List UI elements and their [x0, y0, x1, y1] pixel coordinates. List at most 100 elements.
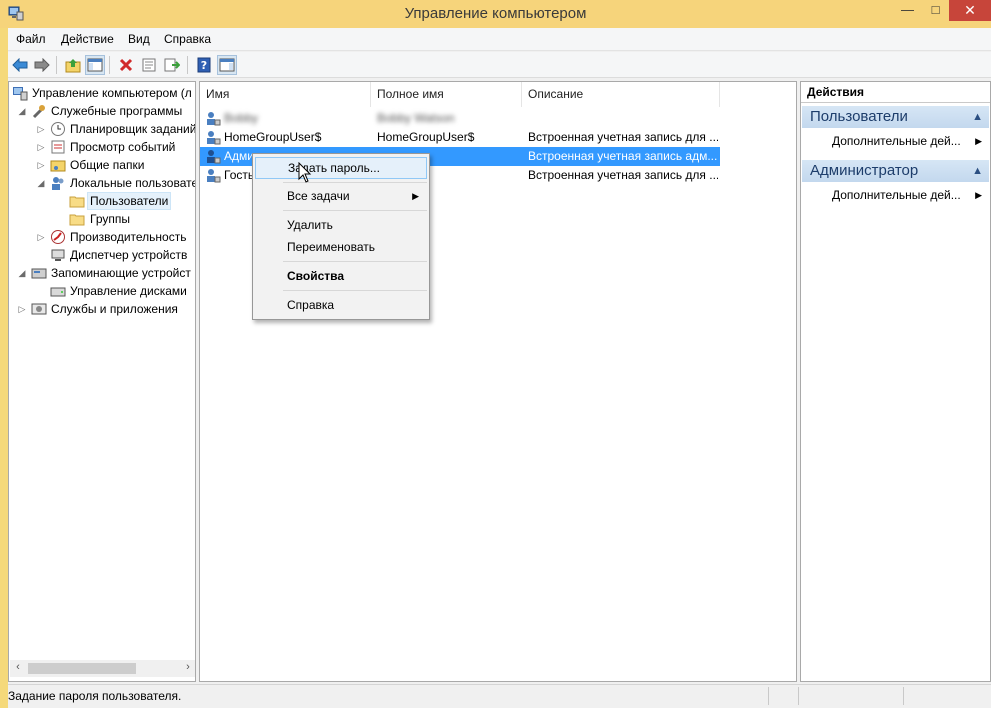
actions-pane: Действия Пользователи ▲ Дополнительные д…: [800, 81, 991, 682]
submenu-arrow-icon: ▶: [412, 191, 419, 201]
minimize-button[interactable]: —: [894, 2, 921, 23]
user-icon: [207, 150, 221, 164]
ctx-help[interactable]: Справка: [255, 294, 427, 316]
actions-section-users[interactable]: Пользователи ▲: [802, 106, 989, 128]
collapse-arrow-icon[interactable]: ◢: [36, 174, 46, 192]
list-item[interactable]: Bobby Bobby Watson: [200, 109, 720, 128]
tree-label: Запоминающие устройст: [51, 266, 191, 280]
shared-folder-icon: [50, 160, 66, 172]
expand-arrow-icon[interactable]: ▷: [36, 156, 46, 174]
mouse-cursor-icon: [298, 162, 312, 183]
forward-arrow-icon[interactable]: [32, 55, 52, 75]
window-title: Управление компьютером: [404, 5, 587, 22]
tree-item-local-users[interactable]: ◢ Локальные пользовате: [9, 174, 195, 192]
properties-icon[interactable]: [139, 55, 159, 75]
tree-item-shared-folders[interactable]: ▷ Общие папки: [9, 156, 195, 174]
menu-view[interactable]: Вид: [128, 32, 150, 46]
tree-item-event-viewer[interactable]: ▷ Просмотр событий: [9, 138, 195, 156]
tree-item-services[interactable]: ▷ Службы и приложения: [9, 300, 195, 318]
column-header-description[interactable]: Описание: [522, 82, 720, 107]
status-separator: [768, 687, 769, 705]
tree-label: Общие папки: [70, 158, 145, 172]
show-hide-tree-icon[interactable]: [85, 55, 105, 75]
toolbar-separator: [109, 56, 110, 74]
clock-icon: [51, 122, 65, 136]
scrollbar-thumb[interactable]: [28, 663, 136, 674]
column-header-name[interactable]: Имя: [200, 82, 371, 107]
ctx-all-tasks[interactable]: Все задачи ▶: [255, 185, 427, 207]
submenu-arrow-icon: ▶: [975, 136, 982, 146]
maximize-button[interactable]: □: [922, 2, 949, 23]
event-viewer-icon: [51, 140, 65, 154]
expand-arrow-icon[interactable]: ▷: [36, 138, 46, 156]
actions-item-label: Дополнительные дей...: [832, 134, 961, 148]
tree-label: Группы: [90, 212, 130, 226]
collapse-caret-icon[interactable]: ▲: [972, 106, 983, 128]
scroll-right-icon[interactable]: ›: [180, 661, 195, 673]
tree-label: Управление дисками: [70, 284, 187, 298]
collapse-arrow-icon[interactable]: ◢: [17, 264, 27, 282]
collapse-caret-icon[interactable]: ▲: [972, 160, 983, 182]
menu-help[interactable]: Справка: [164, 32, 211, 46]
services-icon: [31, 303, 47, 315]
list-item[interactable]: HomeGroupUser$ HomeGroupUser$ Встроенная…: [200, 128, 720, 147]
tree-item-system-tools[interactable]: ◢ Служебные программы: [9, 102, 195, 120]
column-header-full-name[interactable]: Полное имя: [371, 82, 522, 107]
actions-item-label: Дополнительные дей...: [832, 188, 961, 202]
cell-description: Встроенная учетная запись для ...: [528, 168, 718, 182]
tree-item-disk-management[interactable]: Управление дисками: [9, 282, 195, 300]
user-icon: [207, 131, 221, 145]
console-tree: Управление компьютером (л ◢ Служебные пр…: [8, 81, 196, 682]
cell-full-name: Bobby Watson: [377, 111, 455, 125]
tree-item-task-scheduler[interactable]: ▷ Планировщик заданий: [9, 120, 195, 138]
scroll-left-icon[interactable]: ‹: [10, 661, 26, 673]
status-separator: [798, 687, 799, 705]
tree-item-device-manager[interactable]: Диспетчер устройств: [9, 246, 195, 264]
tree-item-storage[interactable]: ◢ Запоминающие устройст: [9, 264, 195, 282]
window-client-area: Файл Действие Вид Справка ? Управление к…: [8, 28, 991, 708]
menu-separator: [283, 290, 427, 291]
tree-label: Планировщик заданий: [70, 122, 196, 136]
expand-arrow-icon[interactable]: ▷: [17, 300, 27, 318]
show-hide-action-pane-icon[interactable]: [217, 55, 237, 75]
computer-management-icon: [13, 87, 28, 101]
device-manager-icon: [51, 249, 65, 261]
ctx-set-password[interactable]: Задать пароль...: [255, 157, 427, 179]
close-button[interactable]: ✕: [949, 0, 991, 21]
tree-item-performance[interactable]: ▷ Производительность: [9, 228, 195, 246]
section-label: Пользователи: [810, 108, 908, 125]
delete-icon[interactable]: [116, 55, 136, 75]
ctx-properties[interactable]: Свойства: [255, 265, 427, 287]
tree-item-users[interactable]: Пользователи: [9, 192, 195, 210]
actions-more-admin[interactable]: Дополнительные дей... ▶: [832, 186, 988, 204]
help-icon[interactable]: ?: [194, 55, 214, 75]
submenu-arrow-icon: ▶: [975, 190, 982, 200]
user-icon: [207, 112, 221, 126]
tree-label: Просмотр событий: [70, 140, 176, 154]
ctx-rename[interactable]: Переименовать: [255, 236, 427, 258]
tree-label: Локальные пользовате: [70, 176, 196, 190]
up-folder-icon[interactable]: [63, 55, 83, 75]
tree-label: Производительность: [70, 230, 187, 244]
cell-name: Bobby: [224, 111, 259, 125]
tree-item-groups[interactable]: Группы: [9, 210, 195, 228]
collapse-arrow-icon[interactable]: ◢: [17, 102, 27, 120]
toolbar-separator: [187, 56, 188, 74]
menu-action[interactable]: Действие: [61, 32, 114, 46]
users-group-icon: [52, 177, 64, 190]
tree-horizontal-scrollbar[interactable]: ‹ ›: [10, 660, 195, 677]
actions-more-users[interactable]: Дополнительные дей... ▶: [832, 132, 988, 150]
ctx-delete[interactable]: Удалить: [255, 214, 427, 236]
tree-item-root[interactable]: Управление компьютером (л: [9, 84, 195, 102]
back-arrow-icon[interactable]: [10, 55, 30, 75]
toolbar-separator: [56, 56, 57, 74]
svg-text:?: ?: [201, 59, 207, 72]
actions-section-admin[interactable]: Администратор ▲: [802, 160, 989, 182]
cell-description: Встроенная учетная запись для ...: [528, 130, 718, 144]
expand-arrow-icon[interactable]: ▷: [36, 228, 46, 246]
actions-title: Действия: [801, 82, 990, 103]
context-menu: Задать пароль... Все задачи ▶ Удалить Пе…: [252, 153, 430, 320]
menu-file[interactable]: Файл: [16, 32, 46, 46]
export-list-icon[interactable]: [162, 55, 182, 75]
expand-arrow-icon[interactable]: ▷: [36, 120, 46, 138]
